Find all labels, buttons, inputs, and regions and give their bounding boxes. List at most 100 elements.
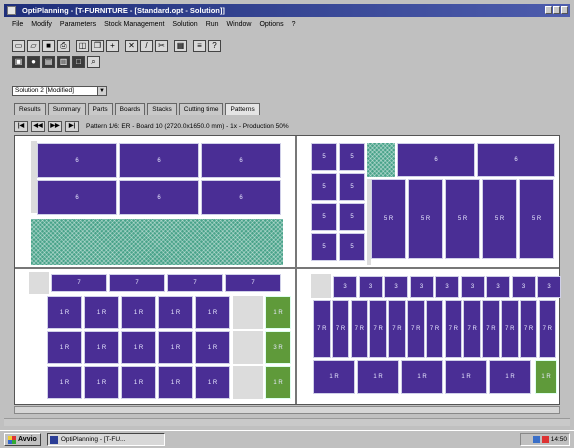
cut-piece[interactable]: 1 R <box>158 331 193 364</box>
cut-piece[interactable]: 1 R <box>265 366 291 399</box>
cut-piece[interactable]: 5 R <box>482 179 517 259</box>
board-pattern-2[interactable]: 55555555665 R5 R5 R5 R5 R <box>309 141 557 265</box>
cut-piece[interactable]: 6 <box>201 143 281 178</box>
cut-piece[interactable]: 5 <box>339 143 365 171</box>
report-icon[interactable]: ▤ <box>42 55 55 68</box>
cut-piece[interactable]: 1 R <box>84 366 119 399</box>
cut-piece[interactable]: 1 R <box>84 331 119 364</box>
add-icon[interactable]: + <box>106 39 119 52</box>
stock-icon[interactable]: ▣ <box>12 55 25 68</box>
cut-piece[interactable]: 7 R <box>407 300 425 358</box>
cut-piece[interactable]: 3 <box>537 276 561 298</box>
cut-piece[interactable]: 1 R <box>195 296 230 329</box>
cut-piece[interactable]: 7 R <box>519 300 538 358</box>
cut-piece[interactable]: 6 <box>37 180 117 215</box>
cut-piece[interactable]: 5 <box>339 173 365 201</box>
cut-piece[interactable]: 7 R <box>331 300 350 358</box>
cut-piece[interactable]: 7 R <box>538 300 557 358</box>
cut-piece[interactable]: 1 R <box>47 366 82 399</box>
open-icon[interactable]: ▱ <box>27 39 40 52</box>
cut-piece[interactable]: 6 <box>201 180 281 215</box>
tab-summary[interactable]: Summary <box>47 103 86 115</box>
save-icon[interactable]: ■ <box>42 39 55 52</box>
preview-icon[interactable]: ◫ <box>76 39 89 52</box>
cut-piece[interactable]: 1 R <box>47 331 82 364</box>
cut-piece[interactable]: 5 <box>311 203 337 231</box>
tab-cutting-time[interactable]: Cutting time <box>178 103 224 115</box>
help-icon[interactable]: ? <box>208 39 221 52</box>
taskbar-item-optiplanning[interactable]: OptiPlanning - [T-FU... <box>46 433 165 446</box>
cut-piece[interactable]: 5 <box>339 203 365 231</box>
last-pattern-button[interactable]: ▶| <box>65 120 79 132</box>
cut-piece[interactable]: 1 R <box>121 331 156 364</box>
close-button[interactable] <box>561 6 568 14</box>
cut-piece[interactable]: 3 <box>384 276 408 298</box>
cut-piece[interactable]: 1 R <box>84 296 119 329</box>
cut-piece[interactable]: 1 R <box>195 331 230 364</box>
cut-piece[interactable]: 7 R <box>501 300 519 358</box>
cut-piece[interactable]: 5 R <box>408 179 443 259</box>
cut-piece[interactable]: 1 R <box>265 296 291 329</box>
cut-piece[interactable]: 5 R <box>519 179 554 259</box>
run-icon[interactable]: ● <box>27 55 40 68</box>
cut-piece[interactable]: 6 <box>477 143 555 177</box>
cut-piece[interactable]: 5 <box>311 233 337 261</box>
board-pattern-1[interactable]: 666666 <box>31 141 283 265</box>
tab-stacks[interactable]: Stacks <box>147 103 177 115</box>
cut-piece[interactable]: 1 R <box>535 360 557 394</box>
board-pattern-3[interactable]: 77771 R1 R1 R1 R1 R1 R1 R1 R1 R1 R1 R3 R… <box>29 272 291 399</box>
tab-boards[interactable]: Boards <box>114 103 146 115</box>
cut-piece[interactable]: 3 <box>460 276 485 298</box>
cut-piece[interactable]: 7 <box>109 274 165 292</box>
horizontal-scrollbar[interactable] <box>14 406 560 414</box>
cut-piece[interactable]: 6 <box>119 180 199 215</box>
tab-parts[interactable]: Parts <box>87 103 113 115</box>
cut-piece[interactable]: 7 R <box>463 300 481 358</box>
menu-item-options[interactable]: Options <box>259 21 283 28</box>
cut-piece[interactable]: 5 <box>311 143 337 171</box>
cut-piece[interactable]: 3 <box>358 276 383 298</box>
network-icon[interactable] <box>532 436 540 443</box>
cut-piece[interactable]: 7 R <box>313 300 331 358</box>
print-icon[interactable]: ⎙ <box>57 39 70 52</box>
menu-item-help[interactable]: ? <box>292 21 296 28</box>
start-button[interactable]: Avvio <box>4 433 41 446</box>
menu-item-run[interactable]: Run <box>206 21 219 28</box>
zoom-icon[interactable]: ⌕ <box>87 55 100 68</box>
window-icon[interactable]: □ <box>72 55 85 68</box>
cut-piece[interactable]: 1 R <box>158 296 193 329</box>
tab-results[interactable]: Results <box>14 103 46 115</box>
cut-piece[interactable]: 7 R <box>369 300 387 358</box>
cut-piece[interactable]: 5 <box>339 233 365 261</box>
minimize-button[interactable] <box>545 6 552 14</box>
cut-piece[interactable]: 7 <box>225 274 281 292</box>
cut-piece[interactable]: 1 R <box>121 366 156 399</box>
cut-piece[interactable]: 6 <box>119 143 199 178</box>
menu-item-parameters[interactable]: Parameters <box>60 21 96 28</box>
cut-piece[interactable]: 1 R <box>445 360 487 394</box>
cut-piece[interactable]: 1 R <box>313 360 355 394</box>
chart-icon[interactable]: ▥ <box>57 55 70 68</box>
new-doc-icon[interactable]: ▭ <box>12 39 25 52</box>
cut-piece[interactable]: 7 R <box>425 300 444 358</box>
cut-icon[interactable]: ✂ <box>155 39 168 52</box>
menu-item-window[interactable]: Window <box>227 21 252 28</box>
first-pattern-button[interactable]: |◀ <box>14 120 28 132</box>
cut-piece[interactable]: 1 R <box>47 296 82 329</box>
cut-piece[interactable]: 3 <box>435 276 459 298</box>
calc-icon[interactable]: ▦ <box>174 39 187 52</box>
cut-piece[interactable]: 7 R <box>350 300 369 358</box>
cut-piece[interactable]: 3 <box>409 276 434 298</box>
previous-pattern-button[interactable]: ◀◀ <box>31 120 45 132</box>
cut-piece[interactable]: 5 R <box>445 179 480 259</box>
menu-item-modify[interactable]: Modify <box>31 21 52 28</box>
cut-piece[interactable]: 1 R <box>401 360 443 394</box>
cut-piece[interactable]: 7 <box>51 274 107 292</box>
cut-piece[interactable]: 7 R <box>388 300 406 358</box>
menu-item-stock-management[interactable]: Stock Management <box>104 21 164 28</box>
cut-piece[interactable]: 3 <box>486 276 510 298</box>
next-pattern-button[interactable]: ▶▶ <box>48 120 62 132</box>
cut-piece[interactable]: 3 R <box>265 331 291 364</box>
cut-piece[interactable]: 3 <box>511 276 536 298</box>
solution-select[interactable]: Solution 2 [Modified] ▼ <box>12 86 107 96</box>
